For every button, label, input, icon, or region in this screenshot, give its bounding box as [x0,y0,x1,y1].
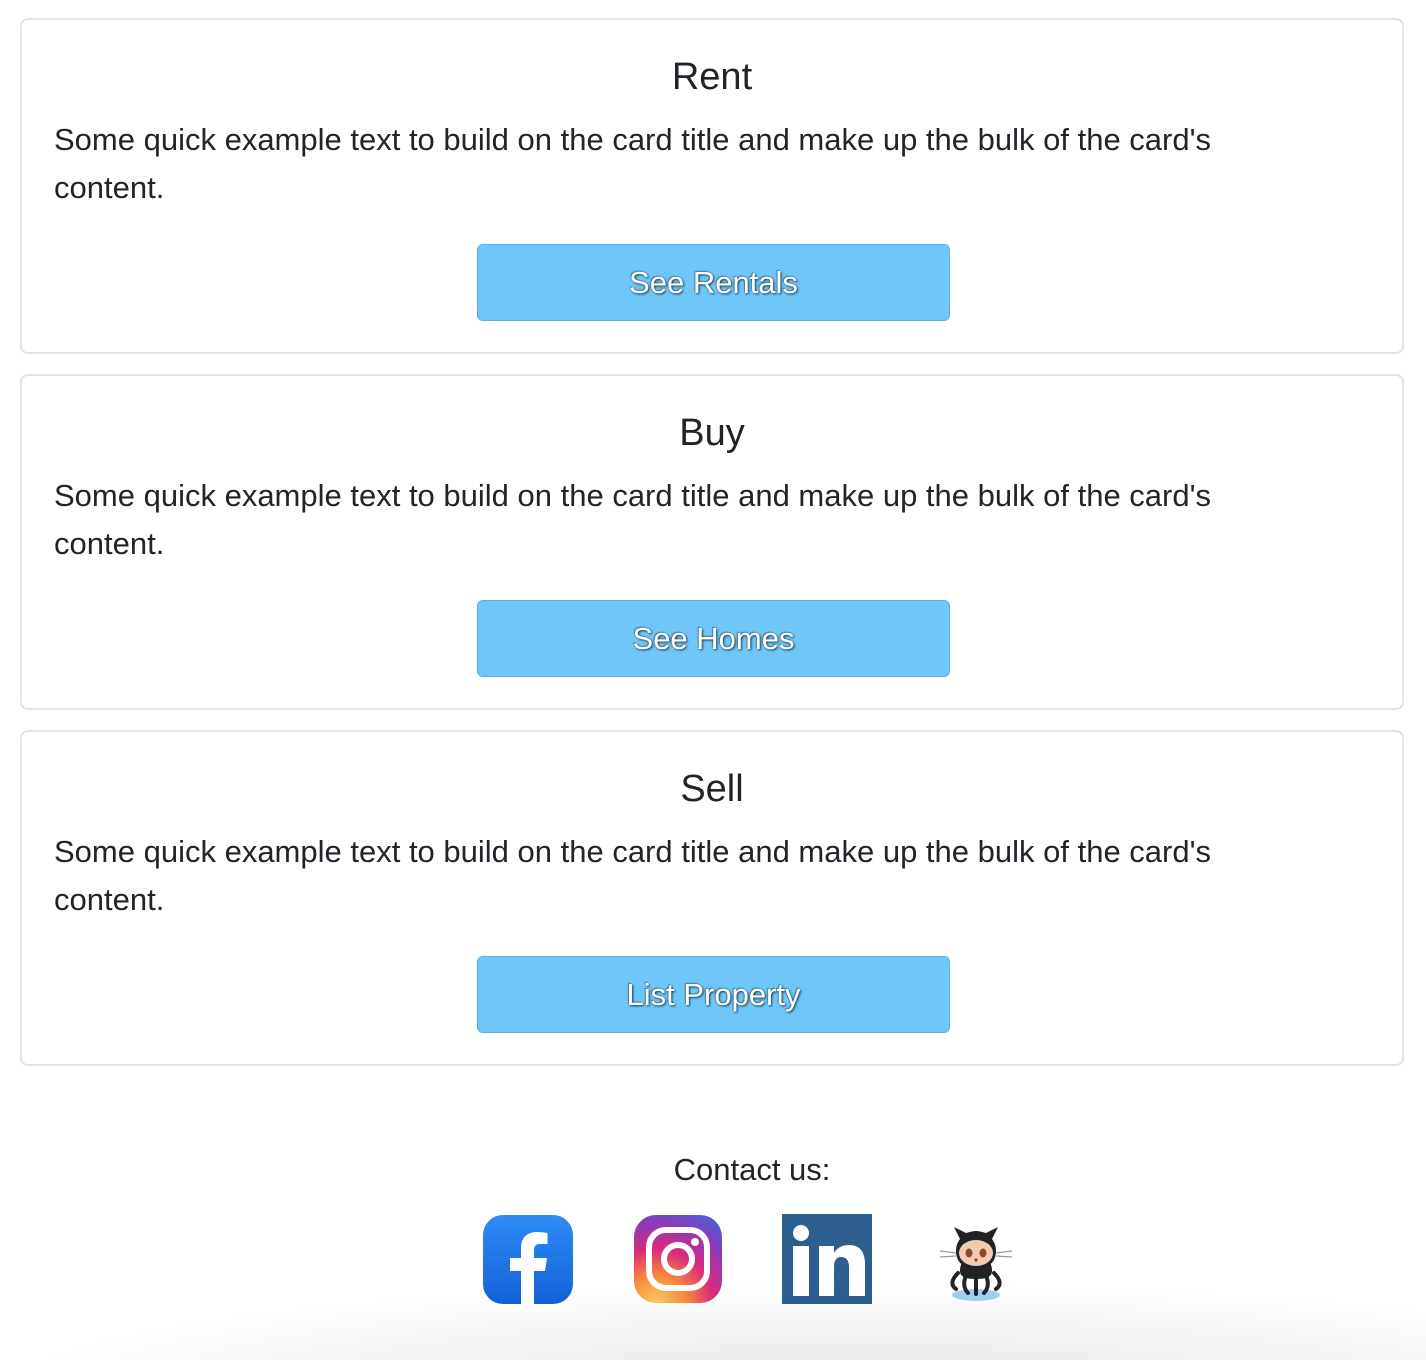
card-buy: Buy Some quick example text to build on … [20,374,1404,710]
card-title: Buy [679,412,745,454]
contact-label: Contact us: [673,1152,831,1187]
card-title: Rent [671,56,753,98]
see-rentals-button[interactable]: See Rentals [477,244,950,321]
page: Rent Some quick example text to build on… [0,0,1426,1360]
see-homes-button[interactable]: See Homes [477,600,950,677]
card-sell: Sell Some quick example text to build on… [20,730,1404,1066]
card-title: Sell [680,768,744,810]
list-property-button[interactable]: List Property [477,956,950,1033]
instagram-icon[interactable] [632,1213,724,1305]
github-octocat-icon[interactable] [930,1213,1022,1305]
card-rent: Rent Some quick example text to build on… [20,18,1404,354]
card-text: Some quick example text to build on the … [54,834,1212,917]
linkedin-icon[interactable] [781,1213,873,1305]
card-text: Some quick example text to build on the … [54,122,1212,205]
card-text: Some quick example text to build on the … [54,478,1212,561]
facebook-icon[interactable] [482,1213,574,1305]
